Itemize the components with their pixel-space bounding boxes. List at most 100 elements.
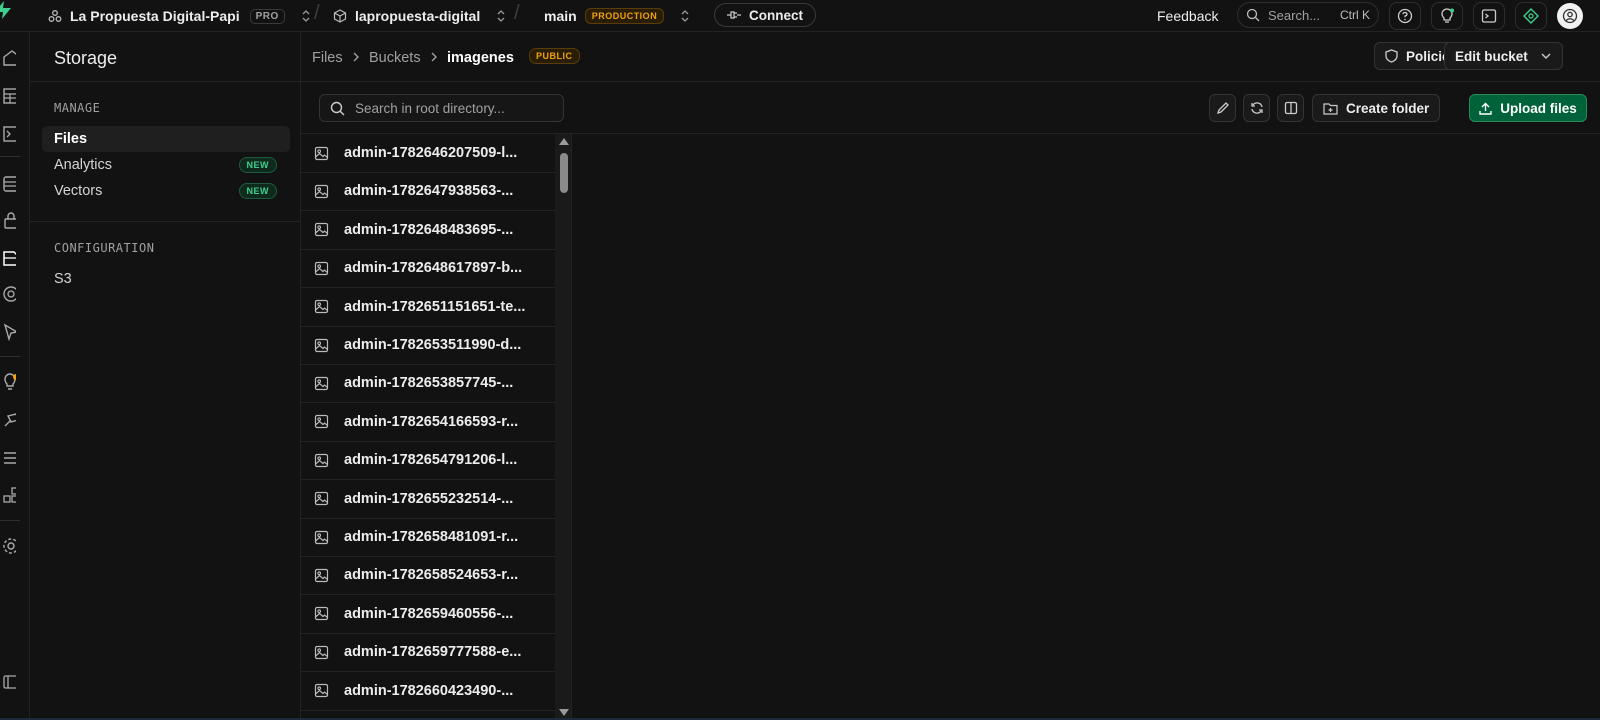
- scroll-up-icon[interactable]: [559, 138, 569, 145]
- connect-button[interactable]: Connect: [714, 3, 816, 27]
- list-item[interactable]: admin-1782654166593-r...: [301, 403, 555, 442]
- table-editor-icon[interactable]: [0, 86, 16, 106]
- org-icon: [48, 9, 62, 23]
- sidebar-item-s3[interactable]: S3: [42, 266, 290, 292]
- files-toolbar: Search in root directory... Create folde…: [301, 82, 1600, 134]
- top-bar: La Propuesta Digital-Papi PRO / lapropue…: [0, 0, 1600, 32]
- divider: [30, 81, 301, 82]
- sidebar-item-files[interactable]: Files: [42, 126, 290, 152]
- file-name: admin-1782655232514-...: [344, 490, 514, 507]
- list-item[interactable]: admin-1782660423490-...: [301, 672, 555, 711]
- breadcrumb-buckets[interactable]: Buckets: [369, 50, 421, 66]
- list-item[interactable]: admin-1782659777588-e...: [301, 633, 555, 673]
- list-item[interactable]: admin-1782653857745-...: [301, 364, 555, 404]
- icon-rail: [0, 32, 30, 720]
- integrations-icon[interactable]: [0, 486, 16, 506]
- search-placeholder: Search...: [1268, 7, 1321, 23]
- breadcrumb-files[interactable]: Files: [312, 50, 343, 66]
- project-name: lapropuesta-digital: [355, 8, 481, 24]
- feedback-button[interactable]: Feedback: [1157, 0, 1218, 32]
- ai-assistant-button[interactable]: [1515, 2, 1547, 30]
- list-item[interactable]: admin-1782646207509-l...: [301, 134, 555, 173]
- terminal-button[interactable]: [1473, 2, 1505, 30]
- connect-label: Connect: [749, 7, 803, 23]
- sidebar-item-label: Files: [54, 131, 88, 147]
- search-shortcut: Ctrl K: [1340, 8, 1370, 22]
- image-file-icon: [314, 491, 329, 506]
- realtime-icon[interactable]: [0, 322, 16, 342]
- view-toggle-button[interactable]: [1277, 94, 1304, 122]
- section-label-manage: MANAGE: [54, 101, 101, 115]
- list-item[interactable]: admin-1782653511990-d...: [301, 326, 555, 365]
- settings-icon[interactable]: [0, 536, 16, 556]
- edit-button[interactable]: [1209, 94, 1236, 122]
- file-list: admin-1782646207509-l... admin-1782647938…: [301, 134, 572, 720]
- image-file-icon: [314, 568, 329, 583]
- chevron-up-down-icon: [496, 9, 506, 23]
- image-file-icon: [314, 261, 329, 276]
- folder-plus-icon: [1323, 102, 1338, 115]
- advisor-button[interactable]: [1431, 2, 1463, 30]
- sidebar-item-vectors[interactable]: Vectors NEW: [42, 178, 290, 204]
- list-item[interactable]: admin-1782654791206-l...: [301, 441, 555, 481]
- file-name: admin-1782653857745-...: [344, 375, 514, 392]
- reports-icon[interactable]: [0, 410, 16, 430]
- list-item[interactable]: admin-1782658481091-r...: [301, 518, 555, 557]
- image-file-icon: [314, 376, 329, 391]
- branch-selector[interactable]: main PRODUCTION: [544, 0, 690, 32]
- search-input[interactable]: Search in root directory...: [319, 94, 564, 122]
- home-icon[interactable]: [0, 48, 16, 68]
- lightbulb-icon: [1439, 8, 1455, 24]
- database-icon[interactable]: [0, 174, 16, 194]
- scrollbar[interactable]: [555, 134, 571, 720]
- upload-files-label: Upload files: [1500, 100, 1577, 116]
- plug-icon: [727, 10, 741, 20]
- project-selector[interactable]: lapropuesta-digital: [333, 0, 506, 32]
- terminal-icon: [1481, 8, 1497, 24]
- list-item[interactable]: admin-1782648483695-...: [301, 211, 555, 250]
- file-name: admin-1782654166593-r...: [344, 413, 519, 430]
- supabase-logo-icon[interactable]: [0, 0, 14, 20]
- list-item[interactable]: admin-1782655232514-...: [301, 480, 555, 519]
- auth-icon[interactable]: [0, 210, 16, 230]
- create-folder-button[interactable]: Create folder: [1312, 94, 1441, 122]
- chevron-right-icon: [429, 50, 439, 64]
- scrollbar-thumb[interactable]: [560, 153, 568, 193]
- list-item[interactable]: admin-1782658524653-r...: [301, 556, 555, 596]
- sidebar-item-label: Analytics: [54, 157, 113, 173]
- section-label-configuration: CONFIGURATION: [54, 241, 155, 255]
- upload-files-button[interactable]: Upload files: [1469, 94, 1587, 122]
- rail-divider: [0, 156, 20, 157]
- pencil-icon: [1216, 101, 1230, 115]
- list-item[interactable]: admin-1782651151651-te...: [301, 288, 555, 327]
- org-selector[interactable]: La Propuesta Digital-Papi PRO: [48, 0, 311, 32]
- rail-divider: [0, 520, 20, 521]
- shield-icon: [1385, 49, 1398, 63]
- file-name: admin-1782658524653-r...: [344, 567, 519, 584]
- advisors-icon[interactable]: [0, 372, 16, 392]
- file-name: admin-1782647938563-...: [344, 183, 514, 200]
- list-item[interactable]: admin-1782647938563-...: [301, 172, 555, 212]
- image-file-icon: [314, 299, 329, 314]
- edge-functions-icon[interactable]: [0, 284, 16, 304]
- logs-icon[interactable]: [0, 448, 16, 468]
- avatar[interactable]: [1557, 3, 1583, 29]
- chevron-up-down-icon: [680, 9, 690, 23]
- file-name: admin-1782660423490-...: [344, 682, 514, 699]
- refresh-button[interactable]: [1243, 94, 1270, 122]
- list-item[interactable]: admin-1782659460556-...: [301, 595, 555, 634]
- sql-editor-icon[interactable]: [0, 124, 16, 144]
- collapse-sidebar-icon[interactable]: [0, 672, 16, 692]
- sidebar-item-analytics[interactable]: Analytics NEW: [42, 152, 290, 178]
- global-search[interactable]: Search... Ctrl K: [1237, 2, 1379, 28]
- file-name: admin-1782653511990-d...: [344, 337, 522, 353]
- storage-sidebar: Storage MANAGE Files Analytics NEW Vecto…: [30, 32, 301, 720]
- scroll-down-icon[interactable]: [559, 709, 569, 716]
- file-name: admin-1782654791206-l...: [344, 452, 518, 469]
- storage-icon[interactable]: [0, 248, 16, 268]
- list-item[interactable]: admin-1782648617897-b...: [301, 249, 555, 289]
- image-file-icon: [314, 146, 329, 161]
- edit-bucket-button[interactable]: Edit bucket: [1444, 42, 1563, 70]
- help-button[interactable]: [1389, 2, 1421, 30]
- sidebar-item-label: Vectors: [54, 183, 103, 199]
